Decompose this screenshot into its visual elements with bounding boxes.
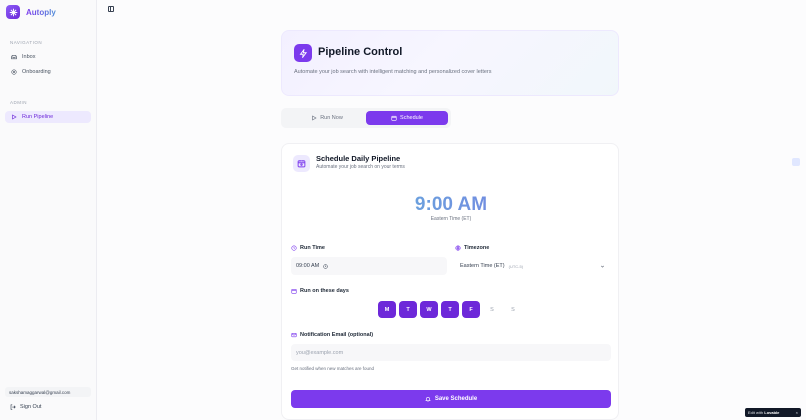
badge-text: Edit with	[748, 410, 764, 415]
play-icon	[12, 114, 17, 120]
email-placeholder: you@example.com	[296, 349, 344, 356]
timezone-label-text: Timezone	[464, 245, 490, 251]
inbox-icon	[11, 54, 17, 60]
run-time-label-text: Run Time	[300, 245, 325, 251]
email-input[interactable]: you@example.com	[291, 344, 611, 361]
sign-out-button[interactable]: Sign Out	[10, 404, 41, 410]
day-picker: M T W T F S S	[378, 301, 522, 318]
sidebar: Autoply NAVIGATION Inbox Onboarding ADMI…	[0, 0, 97, 420]
sign-out-label: Sign Out	[20, 404, 42, 410]
days-label-text: Run on these days	[300, 288, 349, 294]
sign-out-icon	[10, 404, 16, 410]
calendar-clock-icon	[293, 155, 310, 172]
timezone-select[interactable]: Eastern Time (ET) (UTC-5)	[455, 257, 611, 275]
run-time-value: 09:00 AM	[296, 263, 320, 269]
close-icon[interactable]: ×	[796, 410, 798, 415]
email-label-text: Notification Email (optional)	[300, 332, 374, 338]
tab-label: Run Now	[320, 115, 343, 121]
timezone-offset: (UTC-5)	[508, 263, 524, 269]
day-toggle-fri[interactable]: F	[462, 301, 480, 318]
run-time-label: Run Time	[291, 245, 325, 251]
chevron-down-icon	[601, 265, 604, 268]
autoply-logo-icon	[6, 5, 20, 19]
globe-icon	[455, 245, 461, 251]
schedule-subtitle: Automate your job search on your terms	[316, 164, 405, 170]
email-label: Notification Email (optional)	[291, 332, 373, 338]
email-hint: Get notified when new matches are found	[291, 366, 375, 371]
timezone-label: Timezone	[455, 245, 489, 251]
sidebar-item-label: Run Pipeline	[22, 114, 54, 120]
timezone-value: Eastern Time (ET)	[460, 263, 505, 269]
sidebar-item-label: Inbox	[22, 54, 36, 60]
run-time-input[interactable]: 09:00 AM	[291, 257, 447, 275]
day-toggle-sun[interactable]: S	[504, 301, 522, 318]
sidebar-item-inbox[interactable]: Inbox	[5, 51, 91, 63]
calendar-icon	[291, 288, 297, 294]
tab-run-now[interactable]: Run Now	[287, 111, 367, 125]
day-toggle-tue[interactable]: T	[399, 301, 417, 318]
days-label: Run on these days	[291, 288, 349, 294]
sidebar-item-run-pipeline[interactable]: Run Pipeline	[5, 111, 91, 123]
mode-tabs: Run Now Schedule	[281, 108, 451, 128]
admin-section-label: ADMIN	[10, 100, 27, 105]
clock-icon	[291, 245, 297, 251]
day-toggle-sat[interactable]: S	[483, 301, 501, 318]
page-title: Pipeline Control	[318, 46, 403, 58]
brand-name: Autoply	[26, 7, 56, 17]
brand[interactable]: Autoply	[6, 5, 56, 19]
floating-helper-icon[interactable]	[792, 158, 800, 166]
page-header-card: Pipeline Control Automate your job searc…	[281, 30, 619, 96]
save-schedule-button[interactable]: Save Schedule	[291, 390, 611, 408]
zap-icon	[294, 44, 312, 62]
play-icon	[312, 115, 317, 121]
tab-label: Schedule	[400, 115, 423, 121]
day-toggle-thu[interactable]: T	[441, 301, 459, 318]
clock-icon	[323, 263, 328, 269]
timezone-display: Eastern Time (ET)	[430, 216, 472, 222]
calendar-icon	[391, 115, 397, 121]
save-schedule-label: Save Schedule	[434, 396, 478, 402]
sidebar-item-label: Onboarding	[22, 69, 51, 75]
mail-icon	[291, 332, 297, 338]
sidebar-item-onboarding[interactable]: Onboarding	[5, 66, 91, 78]
gear-icon	[11, 69, 17, 75]
time-display: 9:00 AM	[282, 194, 620, 216]
page-subtitle: Automate your job search with intelligen…	[294, 69, 492, 75]
sidebar-toggle-icon[interactable]	[108, 6, 114, 12]
schedule-card: Schedule Daily Pipeline Automate your jo…	[281, 143, 619, 420]
bell-icon	[425, 397, 431, 402]
badge-brand: Lovable	[764, 410, 780, 415]
tab-schedule[interactable]: Schedule	[366, 111, 448, 125]
schedule-title: Schedule Daily Pipeline	[316, 154, 401, 163]
edit-with-lovable-badge[interactable]: Edit with Lovable ×	[745, 408, 801, 417]
day-toggle-mon[interactable]: M	[378, 301, 396, 318]
day-toggle-wed[interactable]: W	[420, 301, 438, 318]
nav-section-label: NAVIGATION	[10, 40, 43, 45]
user-email: sakshamaggarwal@gmail.com	[5, 387, 91, 397]
